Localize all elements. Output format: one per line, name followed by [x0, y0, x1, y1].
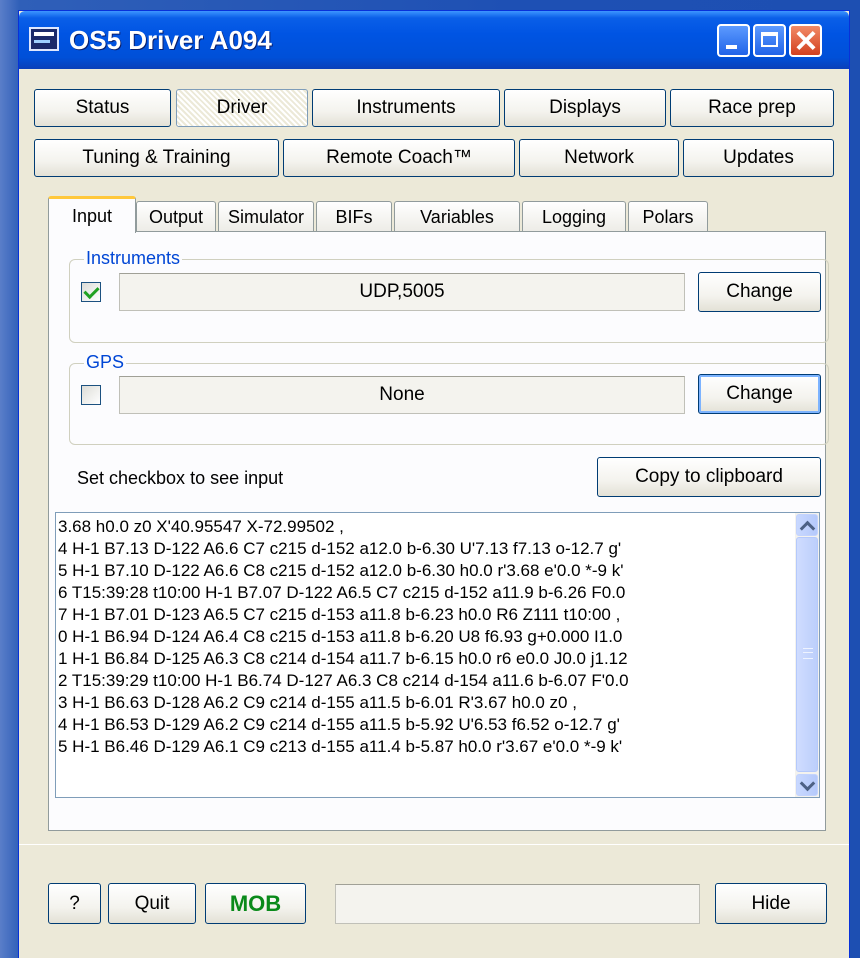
scroll-down-icon[interactable] [796, 774, 818, 796]
log-line: 5 H-1 B6.46 D-129 A6.1 C9 c213 d-155 a11… [58, 737, 623, 756]
close-button[interactable] [789, 24, 822, 57]
tab-polars[interactable]: Polars [628, 201, 708, 233]
window-title: OS5 Driver A094 [69, 25, 272, 55]
tab-input[interactable]: Input [48, 196, 136, 233]
title-bar[interactable]: OS5 Driver A094 [19, 11, 849, 69]
help-button[interactable]: ? [48, 883, 101, 924]
nav-remote-coach-button[interactable]: Remote Coach™ [283, 139, 515, 177]
nav-updates-button[interactable]: Updates [683, 139, 834, 177]
gps-change-button[interactable]: Change [698, 374, 821, 414]
gps-legend: GPS [84, 352, 127, 373]
log-line: 4 H-1 B6.53 D-129 A6.2 C9 c214 d-155 a11… [58, 715, 620, 734]
nav-status-button[interactable]: Status [34, 89, 171, 127]
instruments-source-field: UDP,5005 [119, 273, 685, 311]
log-line: 4 H-1 B7.13 D-122 A6.6 C7 c215 d-152 a12… [58, 539, 622, 558]
nav-tuning-training-button[interactable]: Tuning & Training [34, 139, 279, 177]
nav-network-button[interactable]: Network [519, 139, 679, 177]
log-line: 6 T15:39:28 t10:00 H-1 B7.07 D-122 A6.5 … [58, 583, 626, 602]
copy-to-clipboard-button[interactable]: Copy to clipboard [597, 457, 821, 497]
log-line: 3 H-1 B6.63 D-128 A6.2 C9 c214 d-155 a11… [58, 693, 577, 712]
instruments-change-button[interactable]: Change [698, 272, 821, 312]
tab-logging[interactable]: Logging [522, 201, 626, 233]
log-line: 5 H-1 B7.10 D-122 A6.6 C8 c215 d-152 a12… [58, 561, 624, 580]
scroll-thumb[interactable] [796, 537, 818, 772]
log-line: 0 H-1 B6.94 D-124 A6.4 C8 c215 d-153 a11… [58, 627, 623, 646]
maximize-button[interactable] [753, 24, 786, 57]
scroll-up-icon[interactable] [796, 514, 818, 536]
footer-divider [19, 844, 849, 845]
log-scrollbar[interactable] [795, 513, 819, 797]
tab-bifs[interactable]: BIFs [316, 201, 392, 233]
instruments-legend: Instruments [84, 248, 183, 269]
gps-source-field: None [119, 376, 685, 414]
nav-driver-button[interactable]: Driver [176, 89, 308, 127]
log-line: 7 H-1 B7.01 D-123 A6.5 C7 c215 d-153 a11… [58, 605, 621, 624]
log-line: 2 T15:39:29 t10:00 H-1 B6.74 D-127 A6.3 … [58, 671, 629, 690]
input-log-textarea[interactable]: 3.68 h0.0 z0 X'40.95547 X-72.99502 , 4 H-… [55, 512, 820, 798]
app-icon [29, 27, 59, 51]
instruments-checkbox[interactable] [81, 282, 101, 302]
input-hint-text: Set checkbox to see input [77, 468, 284, 488]
tab-variables[interactable]: Variables [394, 201, 520, 233]
quit-button[interactable]: Quit [108, 883, 196, 924]
mob-button[interactable]: MOB [205, 883, 306, 924]
log-line: 3.68 h0.0 z0 X'40.95547 X-72.99502 , [58, 517, 344, 536]
tab-output[interactable]: Output [136, 201, 216, 233]
nav-instruments-button[interactable]: Instruments [312, 89, 500, 127]
footer-status-field [335, 884, 700, 924]
minimize-button[interactable] [717, 24, 750, 57]
main-window: OS5 Driver A094 Status Driver Instrument… [18, 10, 850, 958]
hide-button[interactable]: Hide [715, 883, 827, 924]
nav-displays-button[interactable]: Displays [504, 89, 666, 127]
mob-label: MOB [229, 890, 282, 916]
log-line: 1 H-1 B6.84 D-125 A6.3 C8 c214 d-154 a11… [58, 649, 628, 668]
log-lines: 3.68 h0.0 z0 X'40.95547 X-72.99502 , 4 H-… [58, 516, 793, 758]
tab-simulator[interactable]: Simulator [218, 201, 314, 233]
nav-race-prep-button[interactable]: Race prep [670, 89, 834, 127]
gps-checkbox[interactable] [81, 385, 101, 405]
